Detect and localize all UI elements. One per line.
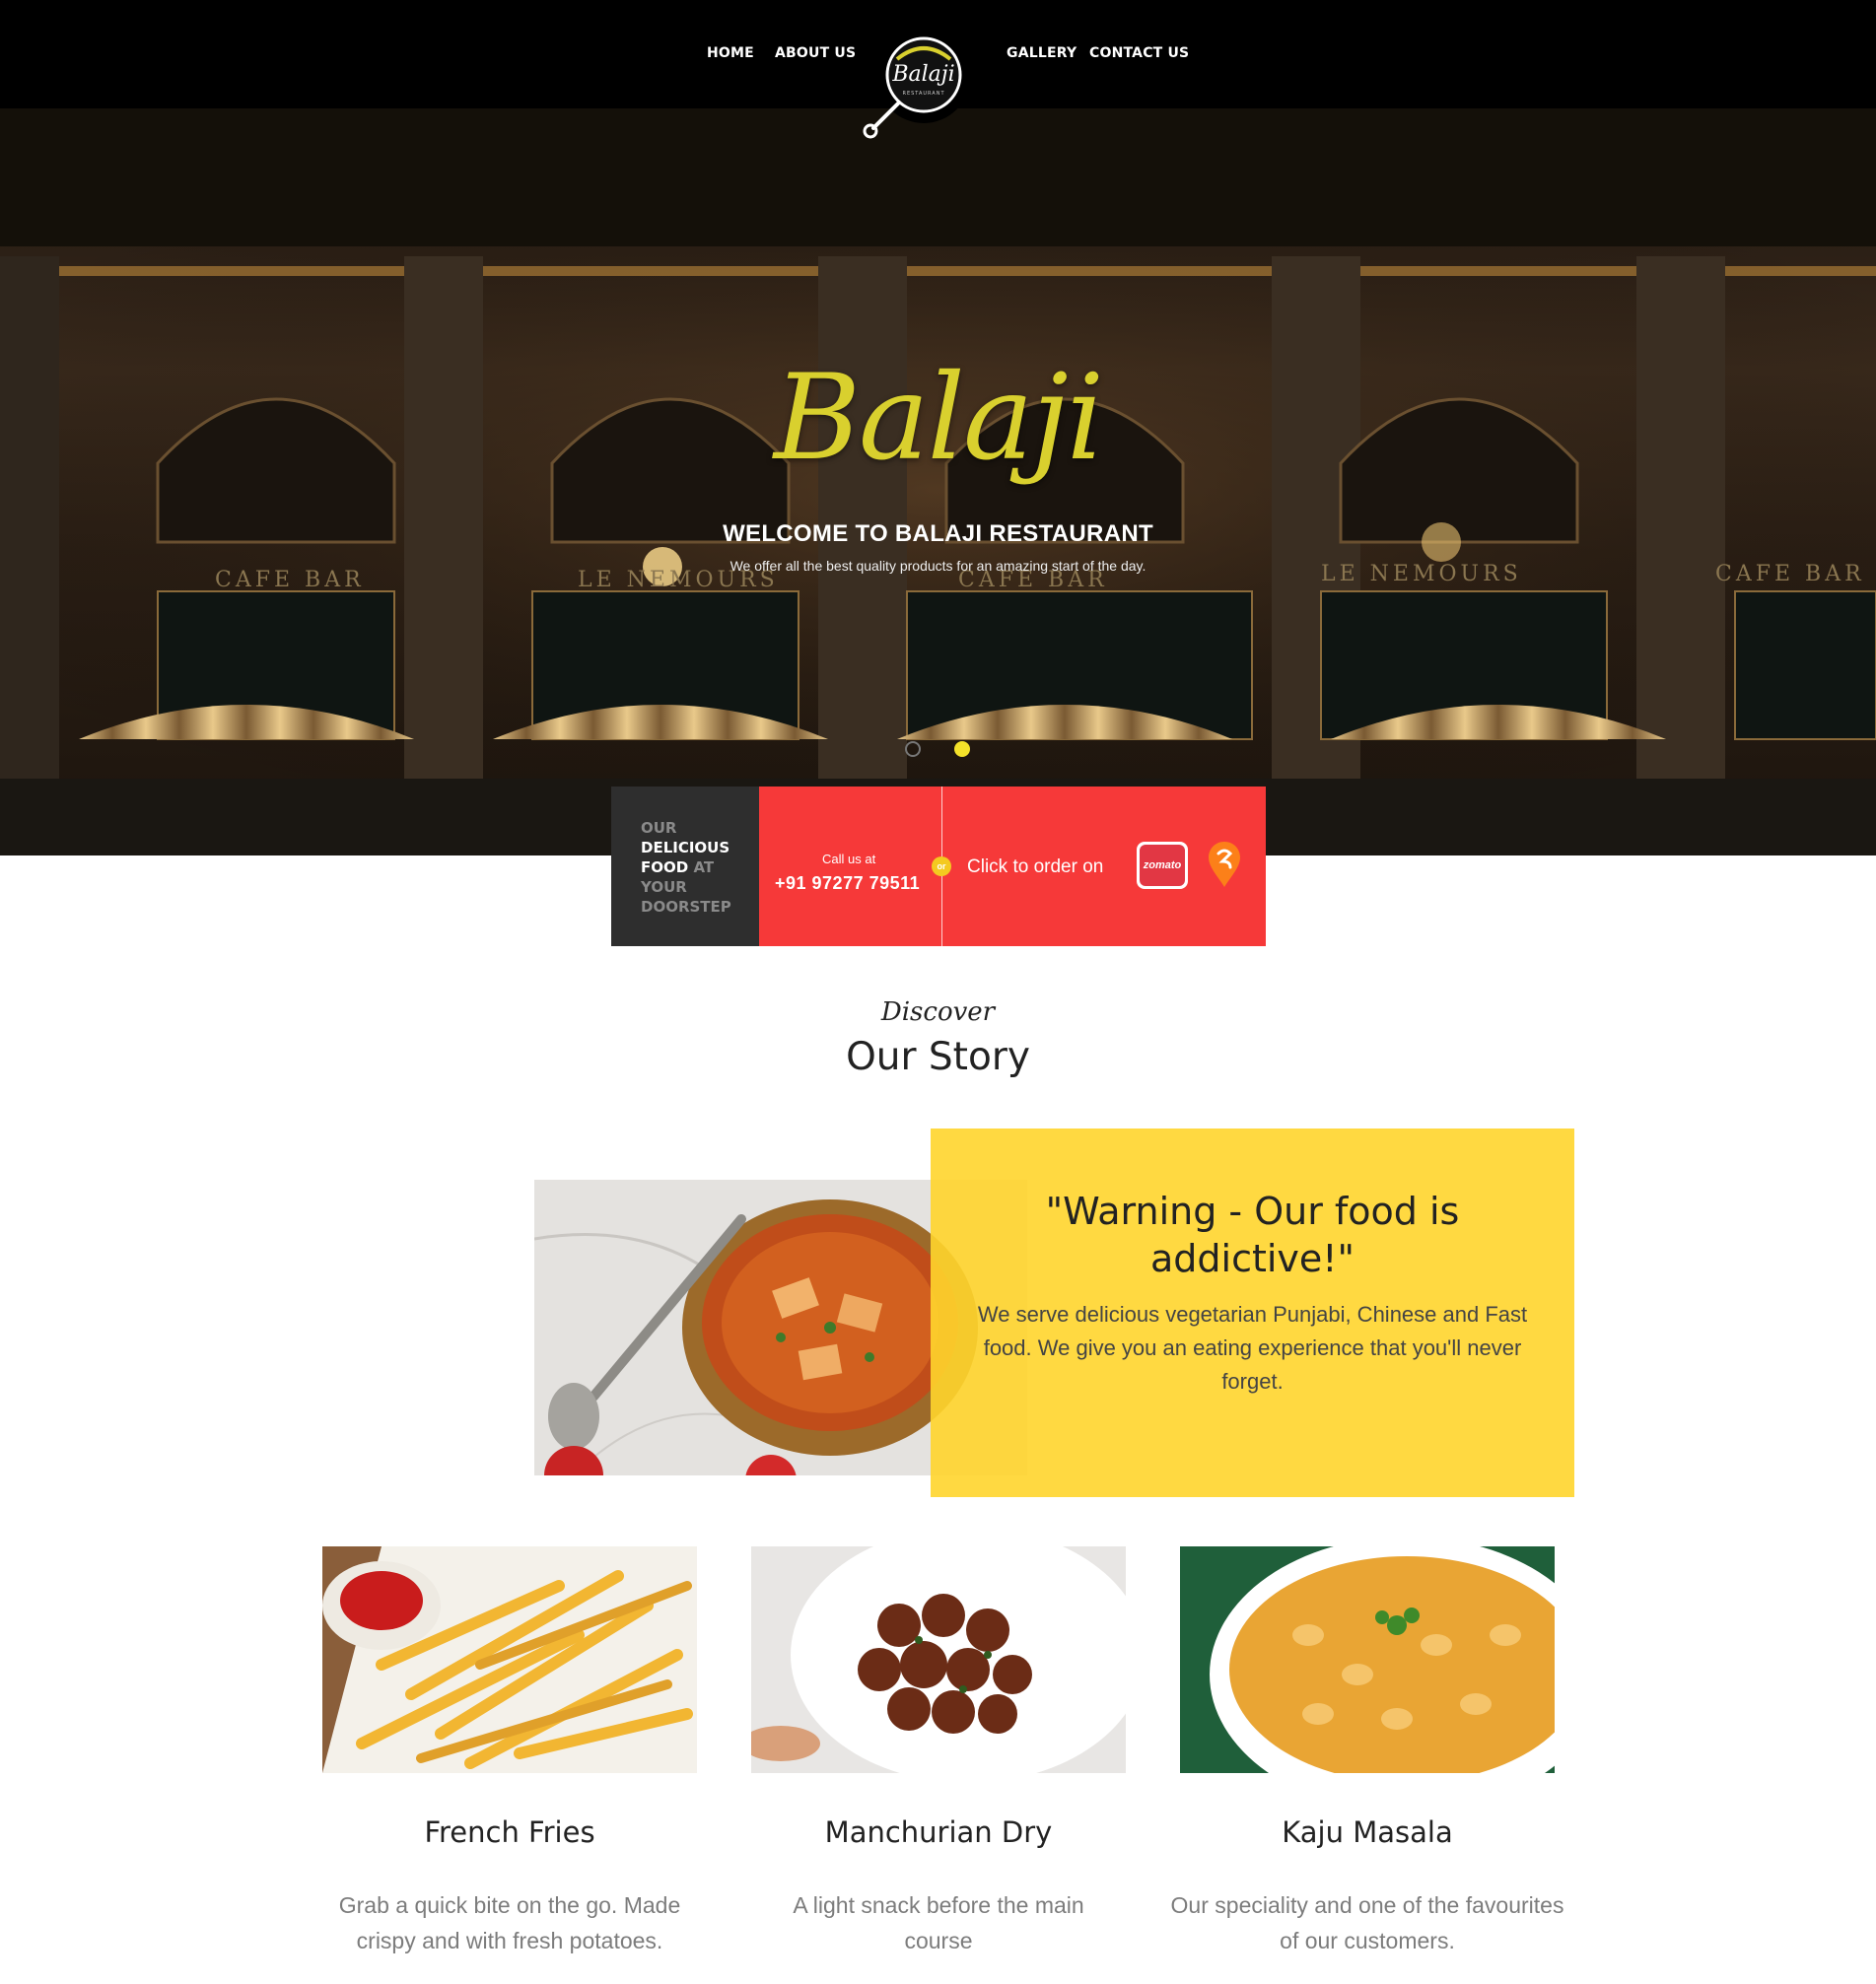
manchurian-dry-image bbox=[751, 1546, 1126, 1773]
phone-link[interactable]: +91 97277 79511 bbox=[775, 873, 920, 894]
zomato-icon: zomato bbox=[1140, 845, 1185, 886]
svg-text:RESTAURANT: RESTAURANT bbox=[902, 91, 944, 97]
hero-script-logo: Balaji bbox=[773, 350, 1104, 487]
french-fries-image bbox=[322, 1546, 697, 1773]
restaurant-logo[interactable]: Balaji RESTAURANT bbox=[860, 30, 988, 148]
nav-gallery-link[interactable]: GALLERY bbox=[1007, 45, 1077, 61]
call-label: Call us at bbox=[822, 852, 876, 866]
nav-home-link[interactable]: HOME bbox=[707, 45, 754, 61]
nav-about-link[interactable]: ABOUT US bbox=[775, 45, 856, 61]
story-quote-box: "Warning - Our food is addictive!" We se… bbox=[931, 1129, 1574, 1497]
tagline-text: OUR bbox=[641, 819, 677, 837]
dish-title: Manchurian Dry bbox=[824, 1815, 1053, 1849]
svg-text:Balaji: Balaji bbox=[891, 62, 954, 87]
hero-subtitle: We offer all the best quality products f… bbox=[730, 558, 1146, 574]
swiggy-icon[interactable] bbox=[1207, 840, 1242, 889]
discover-label: Discover bbox=[880, 997, 996, 1027]
slider-dot[interactable] bbox=[905, 741, 921, 757]
dish-title: Kaju Masala bbox=[1282, 1815, 1453, 1849]
order-bar: OUR DELICIOUS FOOD AT YOUR DOORSTEP Call… bbox=[611, 787, 1266, 946]
tagline-text: YOUR bbox=[641, 878, 687, 896]
order-options: Call us at +91 97277 79511 or Click to o… bbox=[759, 787, 1266, 946]
or-badge: or bbox=[932, 856, 951, 876]
story-description: We serve delicious vegetarian Punjabi, C… bbox=[977, 1302, 1528, 1394]
hero-title: WELCOME TO BALAJI RESTAURANT bbox=[723, 520, 1153, 547]
dish-description: Our speciality and one of the favourites… bbox=[1170, 1892, 1564, 1953]
tagline-text: DOORSTEP bbox=[641, 898, 731, 916]
dish-title: French Fries bbox=[424, 1815, 595, 1849]
dish-description: Grab a quick bite on the go. Made crispy… bbox=[338, 1892, 681, 1953]
dish-description: A light snack before the main course bbox=[793, 1892, 1084, 1953]
tagline-text: AT bbox=[693, 858, 715, 876]
slider-dot-active[interactable] bbox=[954, 741, 970, 757]
story-quote: "Warning - Our food is addictive!" bbox=[1045, 1190, 1460, 1280]
tagline-text: DELICIOUS bbox=[641, 839, 730, 856]
zomato-button[interactable]: zomato bbox=[1137, 842, 1188, 889]
delivery-tagline: OUR DELICIOUS FOOD AT YOUR DOORSTEP bbox=[611, 787, 759, 946]
tagline-text: FOOD bbox=[641, 858, 689, 876]
story-title: Our Story bbox=[846, 1035, 1030, 1079]
hero-banner: CAFE BAR LE NEMOURS CAFE BAR LE NEMOURS … bbox=[0, 108, 1876, 855]
nav-contact-link[interactable]: CONTACT US bbox=[1089, 45, 1189, 61]
kaju-masala-image bbox=[1180, 1546, 1555, 1773]
order-online-label: Click to order on bbox=[967, 856, 1104, 877]
